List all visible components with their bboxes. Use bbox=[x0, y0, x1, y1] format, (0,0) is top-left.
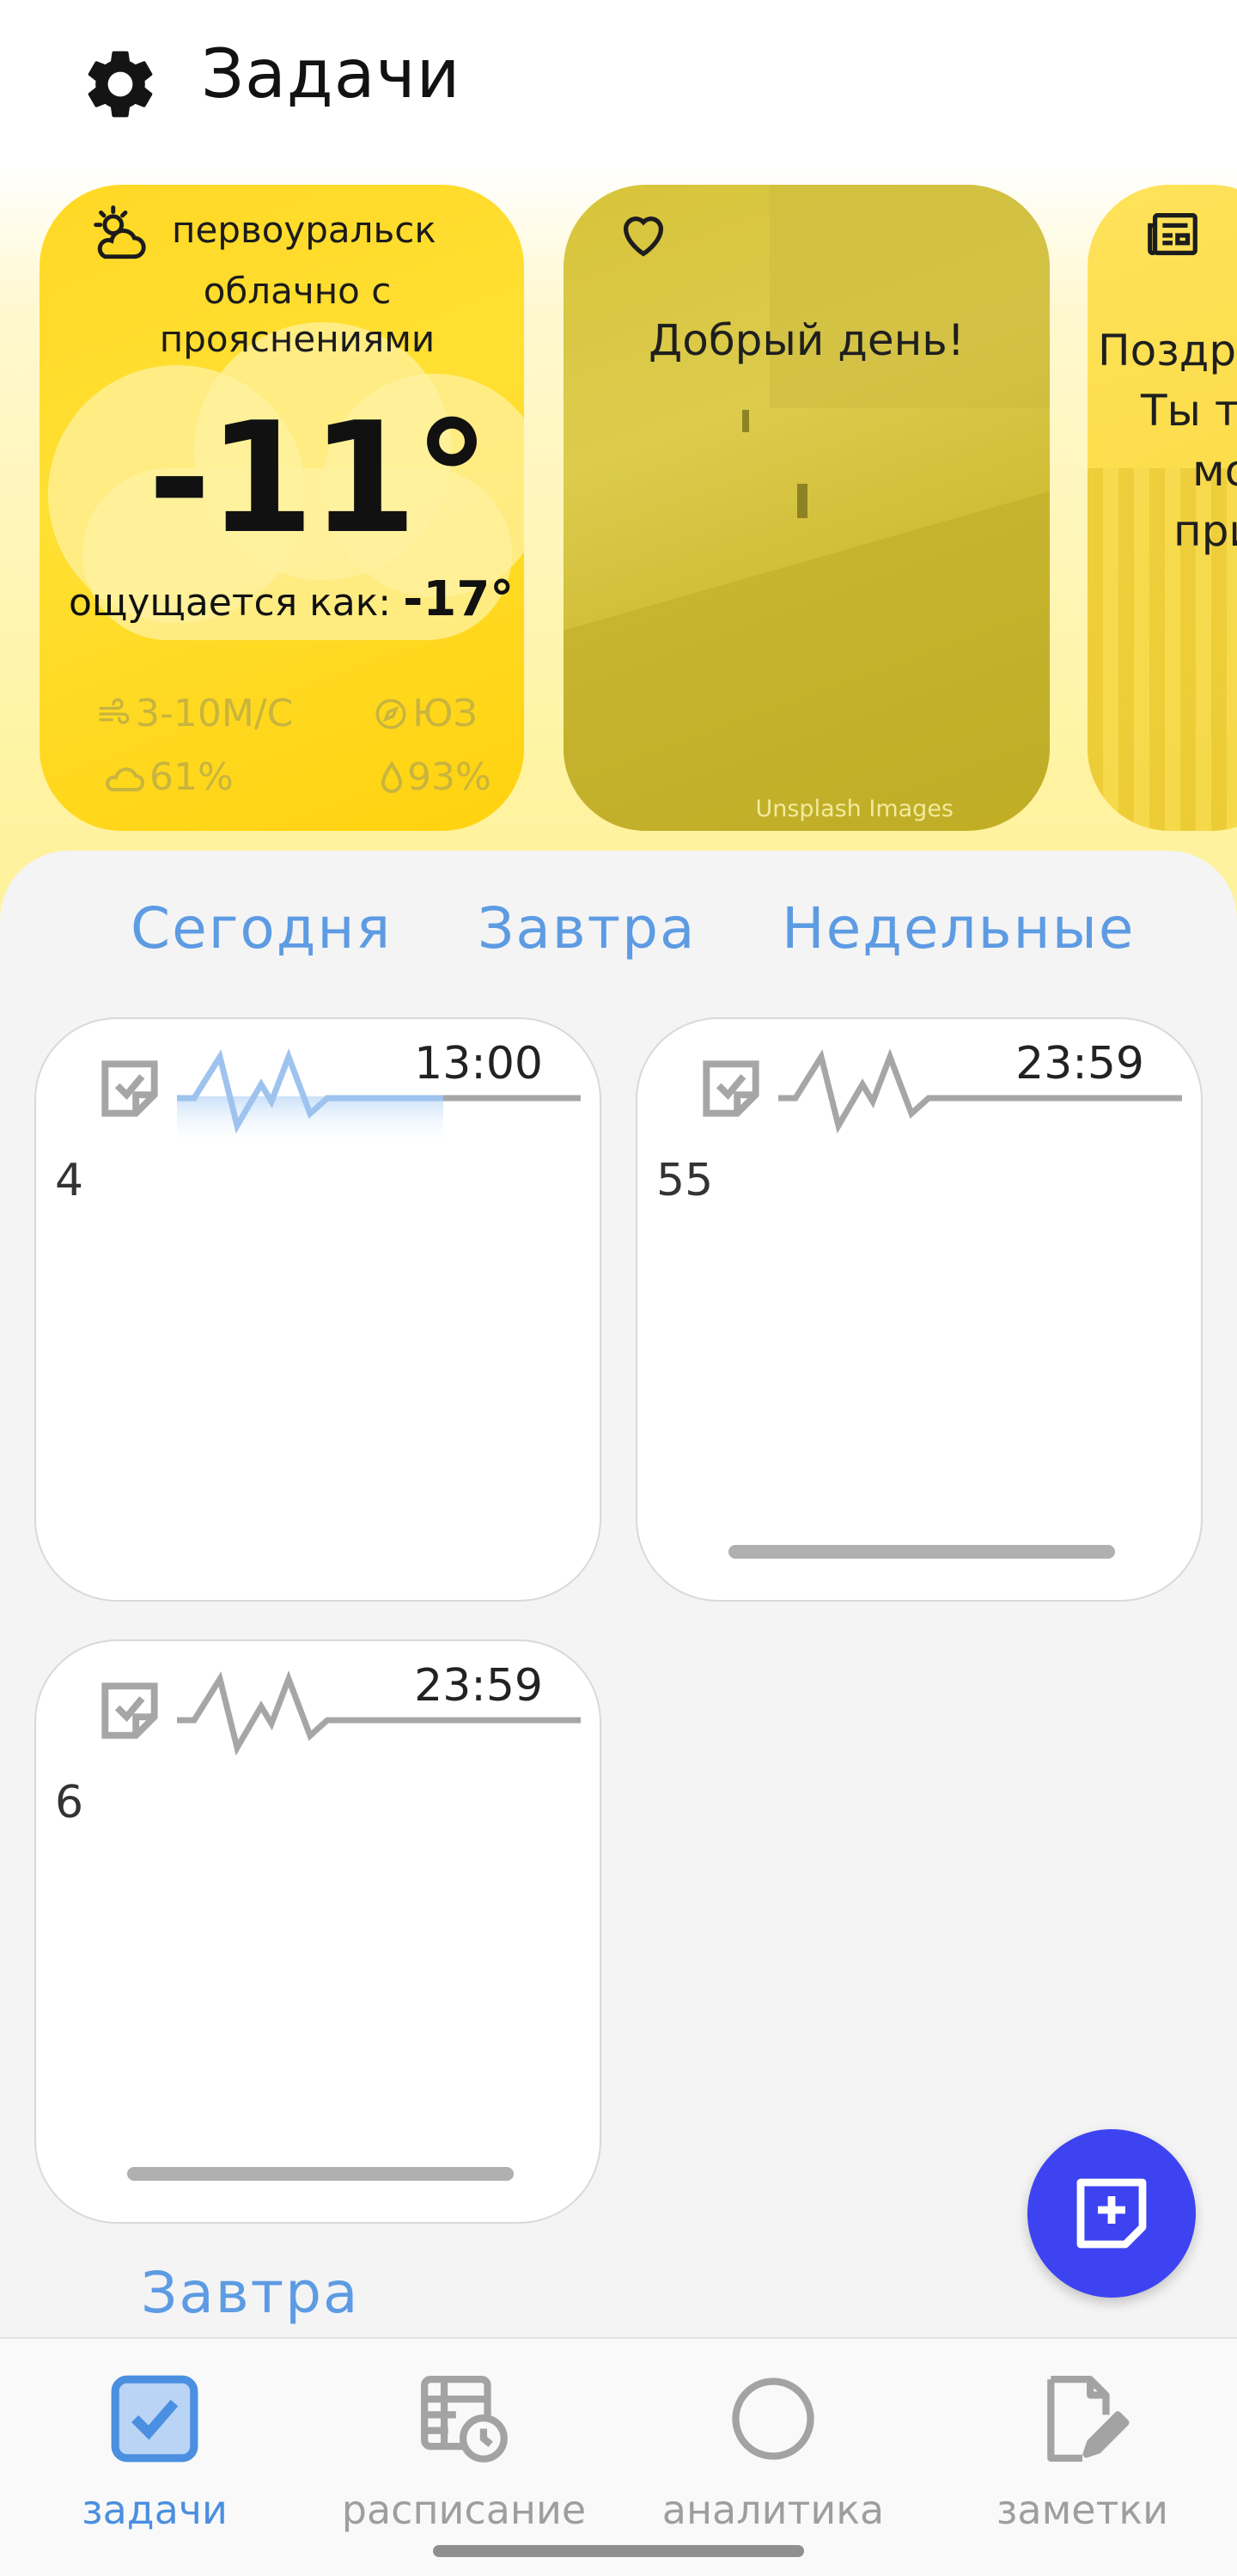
section-heading-tomorrow: Завтра bbox=[141, 2260, 360, 2326]
nav-item-tasks[interactable]: задачи bbox=[0, 2339, 309, 2576]
task-number: 6 bbox=[55, 1777, 84, 1828]
app-header: Задачи bbox=[0, 0, 1237, 172]
checkbox-icon[interactable] bbox=[694, 1052, 768, 1126]
feels-value: -17° bbox=[403, 571, 515, 627]
tab-today[interactable]: Сегодня bbox=[131, 895, 392, 961]
checkbox-icon[interactable] bbox=[93, 1052, 167, 1126]
photo-person bbox=[742, 410, 749, 432]
task-number: 4 bbox=[55, 1155, 84, 1206]
task-card[interactable]: 23:59 55 bbox=[636, 1017, 1203, 1602]
nav-item-notes[interactable]: заметки bbox=[928, 2339, 1237, 2576]
task-number: 55 bbox=[656, 1155, 714, 1206]
weather-city: первоуральск bbox=[172, 209, 436, 251]
wind-icon bbox=[99, 698, 130, 724]
schedule-icon bbox=[421, 2376, 508, 2463]
compass-icon bbox=[375, 699, 406, 729]
greeting-text: Добрый день! bbox=[649, 315, 965, 365]
gear-icon[interactable] bbox=[79, 43, 161, 125]
nav-item-analytics[interactable]: аналитика bbox=[618, 2339, 928, 2576]
photo-shadow bbox=[564, 467, 1050, 831]
cloudiness: 61% bbox=[101, 755, 234, 799]
weather-card[interactable]: первоуральск облачно с прояснениями -11°… bbox=[40, 185, 524, 831]
bottom-navigation: задачи расписание аналитика заметки bbox=[0, 2337, 1237, 2576]
weather-temperature: -11° bbox=[148, 389, 491, 567]
tasks-icon bbox=[111, 2375, 198, 2463]
news-text: Поздра Ты те мо при bbox=[1098, 326, 1237, 556]
weather-condition: облачно с прояснениями bbox=[159, 270, 436, 360]
drag-handle[interactable] bbox=[728, 1545, 1115, 1559]
task-card[interactable]: 13:00 4 bbox=[34, 1017, 601, 1602]
nav-item-schedule[interactable]: расписание bbox=[309, 2339, 618, 2576]
checkbox-icon[interactable] bbox=[93, 1674, 167, 1748]
photo-card[interactable]: Добрый день! Unsplash Images bbox=[564, 185, 1050, 831]
notes-icon bbox=[1047, 2376, 1130, 2462]
partly-cloudy-icon bbox=[94, 205, 146, 259]
photo-person bbox=[797, 484, 807, 518]
add-note-icon bbox=[1076, 2178, 1147, 2249]
tab-tomorrow[interactable]: Завтра bbox=[478, 895, 696, 961]
image-credit: Unsplash Images bbox=[755, 796, 954, 822]
task-card[interactable]: 23:59 6 bbox=[34, 1639, 601, 2224]
tab-weekly[interactable]: Недельные bbox=[782, 895, 1135, 961]
feels-label: ощущается как: bbox=[69, 581, 392, 625]
heart-icon[interactable] bbox=[613, 204, 673, 264]
cloud-icon bbox=[106, 766, 144, 791]
task-time: 13:00 bbox=[414, 1038, 543, 1090]
page-title: Задачи bbox=[201, 36, 461, 113]
weather-feels-like: ощущается как: -17° bbox=[69, 571, 514, 627]
drag-handle[interactable] bbox=[127, 2167, 514, 2181]
analytics-icon bbox=[732, 2378, 814, 2460]
news-card[interactable]: Поздра Ты те мо при bbox=[1088, 185, 1237, 831]
newspaper-icon[interactable] bbox=[1143, 205, 1203, 266]
drop-icon bbox=[381, 760, 403, 793]
home-indicator[interactable] bbox=[433, 2545, 804, 2557]
task-time: 23:59 bbox=[1015, 1038, 1144, 1090]
task-time: 23:59 bbox=[414, 1660, 543, 1712]
wind-speed: 3-10М/С bbox=[94, 692, 293, 736]
humidity: 93% bbox=[380, 755, 491, 799]
wind-direction: ЮЗ bbox=[373, 692, 478, 736]
add-task-button[interactable] bbox=[1027, 2129, 1196, 2298]
photo-building bbox=[770, 185, 1050, 408]
